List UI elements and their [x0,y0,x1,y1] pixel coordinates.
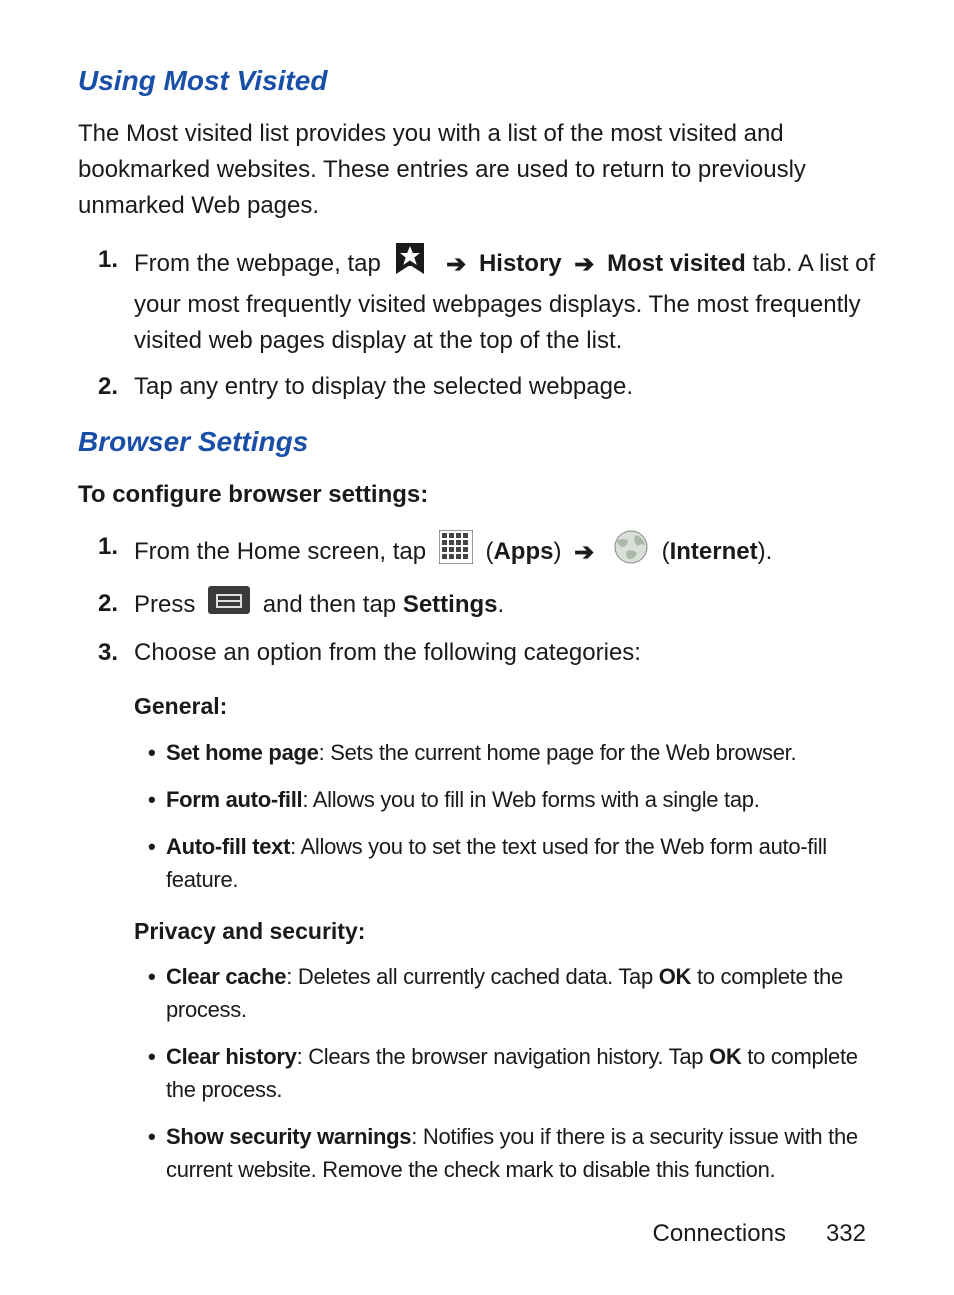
category-heading-general: General: [134,689,876,724]
bullet-dot: • [148,736,166,769]
footer-section-name: Connections [653,1216,786,1252]
step-number: 1. [78,242,134,278]
bullet-list-privacy: • Clear cache: Deletes all currently cac… [148,960,876,1186]
apps-grid-icon [439,530,473,575]
most-visited-label: Most visited [607,250,746,277]
step-number: 1. [78,529,134,565]
category-heading-privacy: Privacy and security: [134,914,876,949]
list-item: 2. Press and then tap Settings. [78,586,876,625]
list-item: • Clear history: Clears the browser navi… [148,1040,876,1106]
bullet-dot: • [148,1040,166,1106]
ordered-list-most-visited: 1. From the webpage, tap ➔ History ➔ [78,242,876,405]
step-body: Press and then tap Settings. [134,586,876,625]
bullet-list-general: • Set home page: Sets the current home p… [148,736,876,896]
internet-paren-open: ( [662,538,670,565]
list-item: • Set home page: Sets the current home p… [148,736,876,769]
globe-icon [613,529,649,576]
list-item: • Show security warnings: Notifies you i… [148,1120,876,1186]
list-item: • Clear cache: Deletes all currently cac… [148,960,876,1026]
menu-button-icon [208,586,250,625]
option-label: Auto-fill text [166,834,290,859]
heading-browser-settings: Browser Settings [78,421,876,463]
option-desc: : Allows you to fill in Web forms with a… [302,787,759,812]
arrow-icon: ➔ [446,247,466,283]
step-text: Choose an option from the following cate… [134,639,641,666]
internet-label: Internet [670,538,758,565]
step-body: Tap any entry to display the selected we… [134,369,876,405]
step-text-pre: Press [134,591,202,618]
list-item: • Auto-fill text: Allows you to set the … [148,830,876,896]
option-desc: : Sets the current home page for the Web… [319,740,797,765]
option-desc-pre: : Deletes all currently cached data. Tap [286,964,659,989]
option-label: Form auto-fill [166,787,302,812]
option-label: Show security warnings [166,1124,411,1149]
arrow-icon: ➔ [574,535,594,571]
heading-using-most-visited: Using Most Visited [78,60,876,102]
internet-paren-close: ). [758,538,773,565]
bookmark-star-icon [393,242,427,287]
ok-label: OK [709,1044,741,1069]
footer-page-number: 332 [826,1216,866,1252]
step-number: 3. [78,635,134,671]
list-item: 1. From the webpage, tap ➔ History ➔ [78,242,876,359]
option-label: Set home page [166,740,319,765]
bullet-dot: • [148,830,166,896]
option-label: Clear history [166,1044,297,1069]
bullet-dot: • [148,1120,166,1186]
list-item: 3. Choose an option from the following c… [78,635,876,1200]
ok-label: OK [659,964,691,989]
subheading-configure: To configure browser settings: [78,477,876,513]
apps-label: Apps [493,538,553,565]
list-item: 2. Tap any entry to display the selected… [78,369,876,405]
step-number: 2. [78,586,134,622]
history-label: History [479,250,562,277]
bullet-dot: • [148,783,166,816]
list-item: 1. From the Home screen, tap ( Apps) ➔ [78,529,876,576]
bullet-dot: • [148,960,166,1026]
page-footer: Connections 332 [78,1216,876,1252]
list-item: • Form auto-fill: Allows you to fill in … [148,783,876,816]
option-desc-pre: : Clears the browser navigation history.… [297,1044,709,1069]
step-number: 2. [78,369,134,405]
step-body: From the Home screen, tap ( Apps) ➔ [134,529,876,576]
option-label: Clear cache [166,964,286,989]
ordered-list-browser-settings: 1. From the Home screen, tap ( Apps) ➔ [78,529,876,1200]
settings-label: Settings [403,591,498,618]
intro-most-visited: The Most visited list provides you with … [78,116,876,224]
step-text-pre: From the webpage, tap [134,250,387,277]
step-text-pre: From the Home screen, tap [134,538,433,565]
step-text-post: . [498,591,505,618]
apps-paren-close: ) [553,538,568,565]
step-body: From the webpage, tap ➔ History ➔ Most v… [134,242,876,359]
step-text-mid: and then tap [263,591,403,618]
arrow-icon: ➔ [574,247,594,283]
step-body: Choose an option from the following cate… [134,635,876,1200]
